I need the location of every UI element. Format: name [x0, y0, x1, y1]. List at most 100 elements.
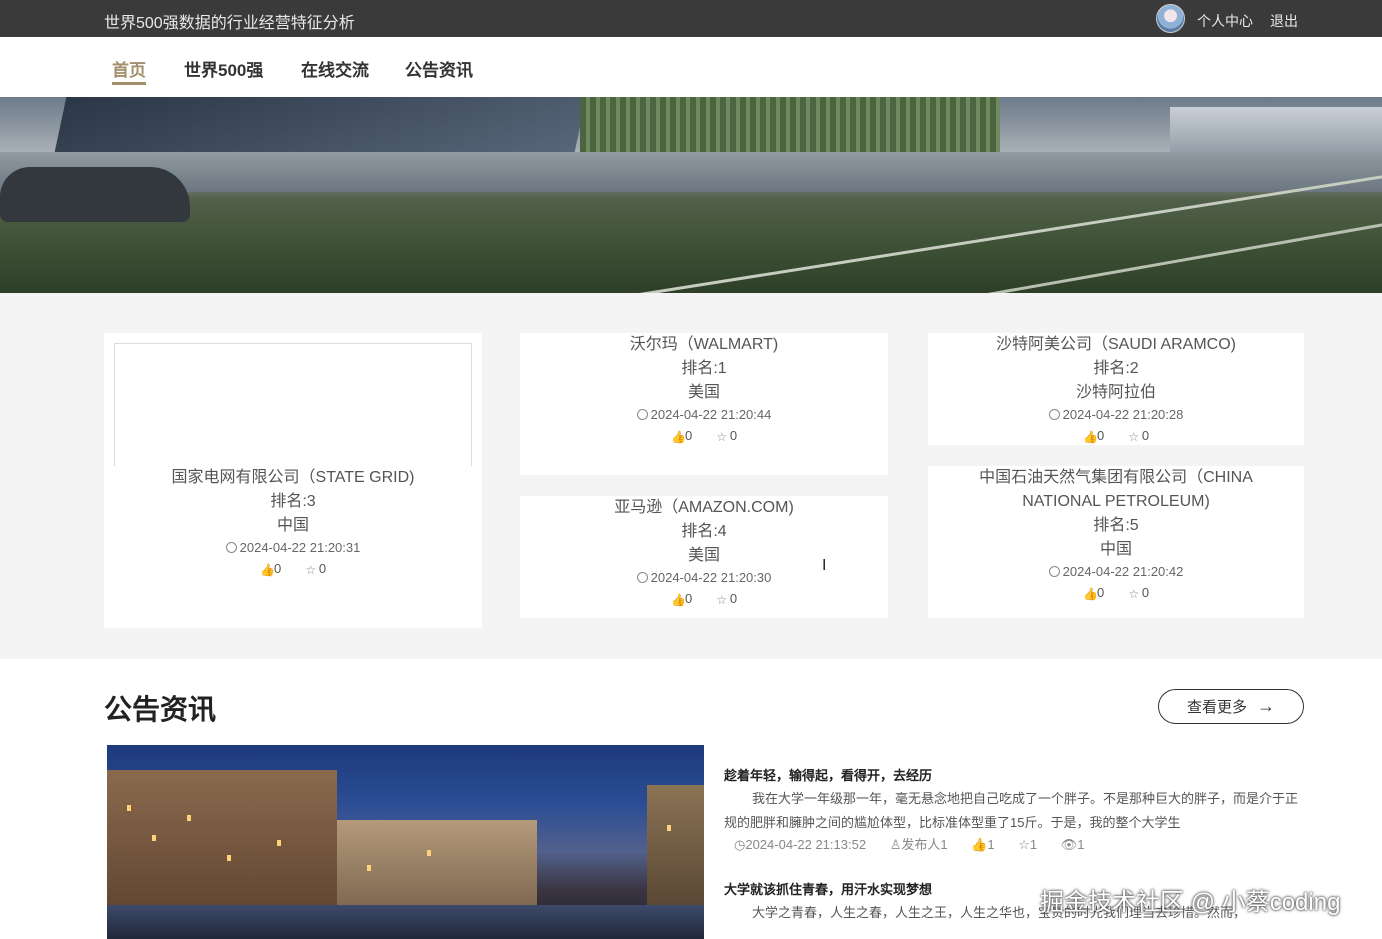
favorite-stat[interactable]: ☆ 0 — [1128, 585, 1149, 600]
company-time-value: 2024-04-22 21:20:44 — [650, 407, 772, 422]
favorite-stat[interactable]: ☆ 0 — [716, 591, 737, 606]
thumbs-up-icon: 👍 — [670, 593, 686, 607]
image-window — [427, 850, 431, 856]
news-title[interactable]: 趁着年轻，输得起，看得开，去经历 — [724, 765, 1304, 787]
nav-item-news[interactable]: 公告资讯 — [405, 56, 473, 81]
news-views: 👁1 — [1061, 837, 1085, 852]
banner-station — [1170, 107, 1382, 157]
image-window — [187, 815, 191, 821]
banner-green-building — [580, 97, 1000, 159]
favorite-count: 0 — [1141, 428, 1150, 443]
banner-car — [0, 167, 190, 222]
company-rank: 排名:3 — [270, 493, 316, 510]
personal-center-link[interactable]: 个人中心 — [1197, 11, 1253, 31]
company-card[interactable]: 亚马逊（AMAZON.COM) 排名:4 美国 2024-04-22 21:20… — [520, 496, 888, 618]
company-time-value: 2024-04-22 21:20:30 — [650, 570, 772, 585]
company-card[interactable]: 沃尔玛（WALMART) 排名:1 美国 2024-04-22 21:20:44… — [520, 333, 888, 475]
favorite-count: 0 — [318, 561, 327, 576]
like-stat[interactable]: 👍0 — [1083, 428, 1104, 443]
news-excerpt: 我在大学一年级那一年，毫无悬念地把自己吃成了一个胖子。不是那种巨大的胖子，而是介… — [724, 791, 1299, 830]
image-canal — [107, 905, 704, 939]
site-title: 世界500强数据的行业经营特征分析 — [104, 15, 355, 32]
company-rank: 排名:1 — [681, 360, 727, 377]
company-time: 2024-04-22 21:20:42 — [968, 562, 1264, 582]
company-time-value: 2024-04-22 21:20:28 — [1062, 407, 1184, 422]
image-window — [277, 840, 281, 846]
company-stats: 👍0 ☆ 0 — [968, 582, 1264, 604]
like-count: 0 — [273, 561, 282, 576]
favorite-stat[interactable]: ☆ 0 — [1128, 428, 1149, 443]
company-name: 中国石油天然气集团有限公司（CHINA NATIONAL PETROLEUM) — [979, 469, 1253, 510]
image-window — [127, 805, 131, 811]
company-country: 中国 — [1099, 541, 1132, 558]
banner-plaza — [0, 152, 1382, 192]
view-more-button[interactable]: 查看更多 → — [1158, 689, 1304, 724]
favorite-stat[interactable]: ☆ 0 — [305, 561, 326, 576]
banner-track — [508, 186, 1382, 293]
company-time: 2024-04-22 21:20:31 — [104, 538, 482, 558]
view-more-label: 查看更多 — [1186, 699, 1247, 716]
company-time-value: 2024-04-22 21:20:42 — [1062, 564, 1184, 579]
like-count: 0 — [1096, 585, 1105, 600]
favorite-count: 0 — [1141, 585, 1150, 600]
company-name: 沙特阿美公司（SAUDI ARAMCO) — [995, 336, 1237, 353]
favorite-stat[interactable]: ☆ 0 — [716, 428, 737, 443]
company-name: 国家电网有限公司（STATE GRID) — [171, 469, 415, 486]
clock-icon — [225, 542, 237, 553]
company-rank: 排名:4 — [681, 523, 727, 540]
star-icon: ☆ — [1018, 837, 1030, 852]
star-icon: ☆ — [716, 430, 728, 444]
news-cover-image[interactable] — [107, 745, 704, 939]
image-window — [227, 855, 231, 861]
news-time-value: 2024-04-22 21:13:52 — [745, 837, 867, 852]
nav-item-fortune500[interactable]: 世界500强 — [184, 56, 263, 81]
like-count: 0 — [684, 428, 693, 443]
eye-icon: 👁 — [1060, 837, 1078, 852]
company-country: 美国 — [687, 384, 720, 401]
hero-banner[interactable] — [0, 97, 1382, 293]
thumbs-up-icon: 👍 — [971, 837, 988, 852]
company-stats: 👍0 ☆ 0 — [928, 425, 1304, 447]
like-stat[interactable]: 👍0 — [260, 561, 281, 576]
avatar[interactable] — [1156, 4, 1185, 33]
news-likes[interactable]: 👍1 — [971, 837, 994, 852]
clock-icon — [1048, 566, 1060, 577]
like-stat[interactable]: 👍0 — [1083, 585, 1104, 600]
user-icon: ♙ — [889, 837, 902, 852]
favorite-count: 0 — [729, 591, 738, 606]
nav-item-forum[interactable]: 在线交流 — [301, 56, 369, 81]
company-stats: 👍0 ☆ 0 — [104, 558, 482, 580]
arrow-right-icon: → — [1257, 696, 1275, 716]
nav-item-home[interactable]: 首页 — [112, 56, 146, 85]
news-author-value: 发布人1 — [901, 837, 948, 852]
text-cursor-icon: I — [822, 557, 827, 574]
company-time-value: 2024-04-22 21:20:31 — [239, 540, 361, 555]
thumbs-up-icon: 👍 — [670, 430, 686, 444]
logout-link[interactable]: 退出 — [1270, 11, 1298, 31]
clock-icon — [636, 409, 648, 420]
image-window — [152, 835, 156, 841]
company-card[interactable]: 国家电网有限公司（STATE GRID) 排名:3 中国 2024-04-22 … — [104, 333, 482, 628]
like-count: 0 — [684, 591, 693, 606]
company-card[interactable]: 中国石油天然气集团有限公司（CHINA NATIONAL PETROLEUM) … — [928, 466, 1304, 618]
news-view-count: 1 — [1077, 837, 1085, 852]
company-time: 2024-04-22 21:20:30 — [520, 568, 888, 588]
company-country: 中国 — [276, 517, 309, 534]
like-stat[interactable]: 👍0 — [671, 428, 692, 443]
company-stats: 👍0 ☆ 0 — [520, 588, 888, 610]
company-rank: 排名:5 — [1093, 517, 1139, 534]
company-card[interactable]: 沙特阿美公司（SAUDI ARAMCO) 排名:2 沙特阿拉伯 2024-04-… — [928, 333, 1304, 445]
company-country: 美国 — [687, 547, 720, 564]
company-cards-area: 国家电网有限公司（STATE GRID) 排名:3 中国 2024-04-22 … — [0, 293, 1382, 659]
star-icon: ☆ — [1128, 587, 1140, 601]
star-icon: ☆ — [1128, 430, 1140, 444]
news-item[interactable]: 趁着年轻，输得起，看得开，去经历 我在大学一年级那一年，毫无悬念地把自己吃成了一… — [724, 765, 1304, 855]
news-like-count: 1 — [987, 837, 995, 852]
news-favorites[interactable]: ☆1 — [1018, 837, 1037, 852]
company-name: 沃尔玛（WALMART) — [629, 336, 779, 353]
like-stat[interactable]: 👍0 — [671, 591, 692, 606]
like-count: 0 — [1096, 428, 1105, 443]
thumbs-up-icon: 👍 — [1082, 587, 1098, 601]
main-nav: 首页 世界500强 在线交流 公告资讯 — [0, 37, 1382, 97]
company-image — [114, 343, 472, 466]
